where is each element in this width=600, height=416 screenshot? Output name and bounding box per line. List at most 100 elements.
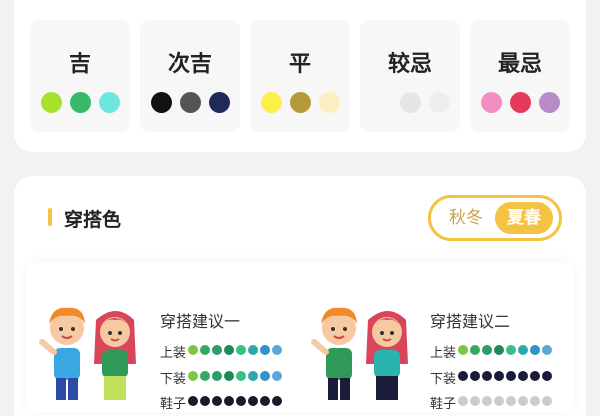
row-swatches-bottom	[458, 371, 552, 381]
color-swatch	[530, 371, 540, 381]
color-swatch	[494, 345, 504, 355]
row-label-bottom: 下装	[430, 372, 457, 387]
color-swatch	[260, 92, 282, 113]
color-swatch	[248, 345, 258, 355]
color-swatch	[248, 371, 258, 381]
color-swatch	[482, 345, 492, 355]
color-swatch	[482, 371, 492, 381]
color-swatch	[212, 396, 222, 406]
color-swatch	[428, 92, 450, 113]
luck-swatches	[470, 92, 570, 113]
color-swatch	[518, 396, 528, 406]
luck-colors-row: 吉 次吉 平 较忌 最忌	[30, 20, 570, 132]
luck-swatches	[140, 92, 240, 113]
luck-cell-jiaoji: 较忌	[360, 20, 460, 132]
section-accent-bar	[48, 208, 52, 226]
luck-cell-ji: 吉	[30, 20, 130, 132]
color-swatch	[212, 345, 222, 355]
color-swatch	[494, 396, 504, 406]
color-swatch	[188, 371, 198, 381]
color-swatch	[506, 345, 516, 355]
color-swatch	[542, 371, 552, 381]
color-swatch	[530, 345, 540, 355]
color-swatch	[272, 371, 282, 381]
suggestion-title: 穿搭建议一	[160, 312, 241, 331]
color-swatch	[236, 396, 246, 406]
color-swatch	[506, 396, 516, 406]
row-label-top: 上装	[430, 346, 457, 361]
color-swatch	[260, 396, 270, 406]
color-swatch	[480, 92, 502, 113]
color-swatch	[224, 396, 234, 406]
color-swatch	[224, 345, 234, 355]
color-swatch	[506, 371, 516, 381]
luck-label: 平	[288, 52, 311, 77]
color-swatch	[494, 371, 504, 381]
color-swatch	[470, 345, 480, 355]
color-swatch	[509, 92, 531, 113]
color-swatch	[40, 92, 62, 113]
row-label-shoes: 鞋子	[430, 397, 457, 412]
row-swatches-shoes	[188, 396, 282, 406]
luck-swatches	[360, 92, 460, 113]
luck-label: 吉	[68, 52, 91, 77]
color-swatch	[236, 371, 246, 381]
color-swatch	[399, 92, 421, 113]
toggle-summer-spring[interactable]: 夏春	[495, 202, 553, 234]
color-swatch	[518, 345, 528, 355]
color-swatch	[458, 345, 468, 355]
toggle-autumn-winter[interactable]: 秋冬	[437, 202, 495, 234]
color-swatch	[458, 396, 468, 406]
color-swatch	[188, 396, 198, 406]
luck-swatches	[250, 92, 350, 113]
color-swatch	[212, 371, 222, 381]
row-label-top: 上装	[160, 346, 187, 361]
season-toggle[interactable]: 秋冬 夏春	[428, 195, 562, 241]
color-swatch	[69, 92, 91, 113]
luck-label: 次吉	[167, 52, 212, 77]
row-swatches-top	[458, 345, 552, 355]
couple-illustration	[39, 307, 136, 400]
luck-label: 较忌	[387, 52, 432, 77]
row-swatches-shoes	[458, 396, 552, 406]
luck-cell-ciji: 次吉	[140, 20, 240, 132]
color-swatch	[200, 396, 210, 406]
color-swatch	[260, 345, 270, 355]
row-label-bottom: 下装	[160, 372, 187, 387]
color-swatch	[538, 92, 560, 113]
color-swatch	[470, 396, 480, 406]
luck-swatches	[30, 92, 130, 113]
color-swatch	[200, 371, 210, 381]
color-swatch	[150, 92, 172, 113]
color-swatch	[208, 92, 230, 113]
color-swatch	[518, 371, 528, 381]
section-title: 穿搭色	[64, 209, 122, 231]
color-swatch	[530, 396, 540, 406]
row-swatches-bottom	[188, 371, 282, 381]
row-label-shoes: 鞋子	[160, 397, 187, 412]
color-swatch	[482, 396, 492, 406]
color-swatch	[370, 92, 392, 113]
luck-cell-ping: 平	[250, 20, 350, 132]
color-swatch	[318, 92, 340, 113]
color-swatch	[458, 371, 468, 381]
color-swatch	[289, 92, 311, 113]
color-swatch	[236, 345, 246, 355]
luck-label: 最忌	[497, 52, 542, 77]
color-swatch	[200, 345, 210, 355]
luck-cell-zuiji: 最忌	[470, 20, 570, 132]
color-swatch	[260, 371, 270, 381]
color-swatch	[179, 92, 201, 113]
color-swatch	[98, 92, 120, 113]
row-swatches-top	[188, 345, 282, 355]
color-swatch	[224, 371, 234, 381]
color-swatch	[470, 371, 480, 381]
suggestion-title: 穿搭建议二	[430, 312, 511, 331]
color-swatch	[542, 345, 552, 355]
color-swatch	[542, 396, 552, 406]
color-swatch	[272, 345, 282, 355]
color-swatch	[272, 396, 282, 406]
color-swatch	[248, 396, 258, 406]
couple-illustration	[311, 307, 408, 400]
color-swatch	[188, 345, 198, 355]
